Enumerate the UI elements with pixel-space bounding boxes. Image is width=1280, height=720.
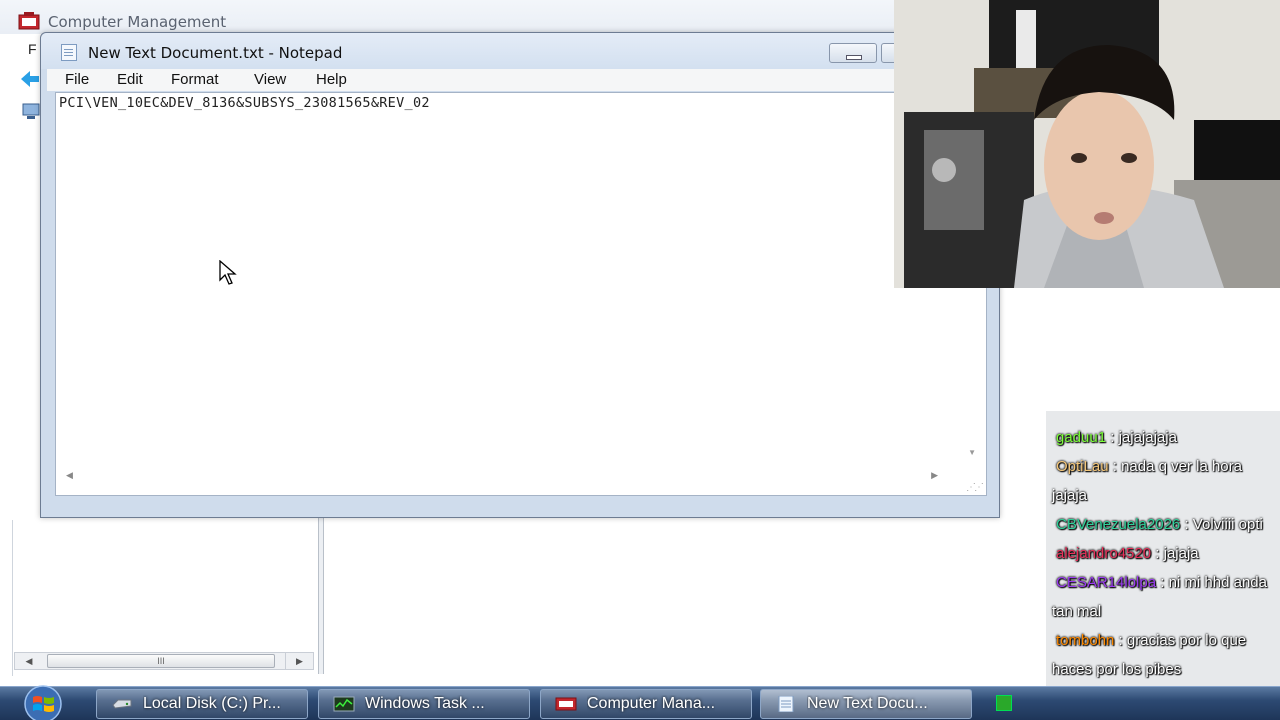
chat-message: tombohn : gracias por lo que haces por l…	[1052, 632, 1247, 678]
chat-message: CESAR14lolpa : ni mi hhd anda tan mal	[1052, 574, 1267, 620]
taskbar-item-label: New Text Docu...	[807, 695, 928, 712]
horizontal-scrollbar[interactable]: ◀ III ▶	[14, 652, 314, 670]
window-title: New Text Document.txt - Notepad	[88, 44, 343, 62]
scroll-down-icon[interactable]: ▼	[968, 448, 976, 457]
chat-username: alejandro4520	[1056, 545, 1152, 562]
chat-message: gaduu1 : jajajajaja	[1056, 429, 1177, 446]
taskbar-item-computer-management[interactable]: Computer Mana...	[540, 689, 752, 719]
chat-message: OptiLau : nada q ver la hora jajaja	[1052, 458, 1242, 504]
menu-item-format[interactable]: Format	[171, 71, 219, 88]
document-text: PCI\VEN_10EC&DEV_8136&SUBSYS_23081565&RE…	[59, 95, 430, 111]
notepad-icon	[778, 696, 794, 712]
scroll-grip-icon: III	[157, 656, 165, 666]
minimize-button[interactable]	[829, 43, 877, 63]
menu-bar: File Edit Format View Help	[47, 69, 993, 91]
chat-text: Volviiii opti	[1192, 516, 1263, 533]
taskbar-item-task-manager[interactable]: Windows Task ...	[318, 689, 530, 719]
task-manager-icon	[333, 696, 355, 712]
scroll-right-icon[interactable]: ▶	[285, 653, 313, 669]
computer-management-icon	[555, 697, 577, 711]
streamer-camera-image	[894, 0, 1280, 288]
chat-username: CESAR14lolpa	[1056, 574, 1157, 591]
scroll-right-icon[interactable]: ▶	[931, 470, 938, 481]
taskbar-item-local-disk[interactable]: Local Disk (C:) Pr...	[96, 689, 308, 719]
notepad-window[interactable]: New Text Document.txt - Notepad File Edi…	[40, 32, 1000, 518]
chat-message: alejandro4520 : jajaja	[1056, 545, 1199, 562]
computer-tree-icon[interactable]	[22, 102, 40, 120]
menu-item-help[interactable]: Help	[316, 71, 347, 88]
taskbar-item-label: Computer Mana...	[587, 695, 716, 712]
taskbar-item-label: Windows Task ...	[365, 695, 485, 712]
taskbar-item-label: Local Disk (C:) Pr...	[143, 695, 281, 712]
menu-item-edit[interactable]: Edit	[117, 71, 143, 88]
chat-message: CBVenezuela2026 : Volviiii opti	[1056, 516, 1263, 533]
taskbar: Local Disk (C:) Pr... Windows Task ... C…	[0, 685, 1280, 720]
mouse-pointer-icon	[219, 260, 237, 285]
taskbar-item-notepad[interactable]: New Text Docu...	[760, 689, 972, 719]
back-arrow-icon[interactable]	[20, 70, 40, 88]
chat-username: gaduu1	[1056, 429, 1107, 446]
scrollbar-thumb[interactable]: III	[47, 654, 275, 668]
chat-text: jajaja	[1163, 545, 1199, 562]
drive-icon	[112, 699, 132, 709]
webcam-overlay	[894, 0, 1280, 288]
chat-username: OptiLau	[1056, 458, 1109, 475]
resize-grip-icon[interactable]: ⋰⋰	[966, 482, 984, 493]
computer-management-titlebar[interactable]: Computer Management	[0, 0, 900, 34]
menu-item-view[interactable]: View	[254, 71, 286, 88]
computer-management-icon	[18, 12, 40, 30]
chat-text: jajajajaja	[1118, 429, 1177, 446]
stream-chat-overlay: gaduu1 : jajajajaja OptiLau : nada q ver…	[1046, 411, 1280, 686]
text-editor-area[interactable]: PCI\VEN_10EC&DEV_8136&SUBSYS_23081565&RE…	[55, 92, 987, 496]
chat-username: CBVenezuela2026	[1056, 516, 1181, 533]
menu-item-file[interactable]: F	[28, 41, 37, 57]
notepad-titlebar[interactable]: New Text Document.txt - Notepad	[41, 33, 999, 69]
tray-app-icon[interactable]	[996, 695, 1012, 711]
menu-item-file[interactable]: File	[65, 71, 89, 88]
scroll-left-icon[interactable]: ◀	[66, 470, 73, 481]
scroll-left-icon[interactable]: ◀	[15, 653, 43, 669]
window-title: Computer Management	[48, 13, 227, 31]
notepad-icon	[61, 44, 77, 61]
pane-splitter[interactable]	[318, 518, 324, 674]
chat-username: tombohn	[1056, 632, 1115, 649]
start-button[interactable]	[14, 685, 72, 720]
